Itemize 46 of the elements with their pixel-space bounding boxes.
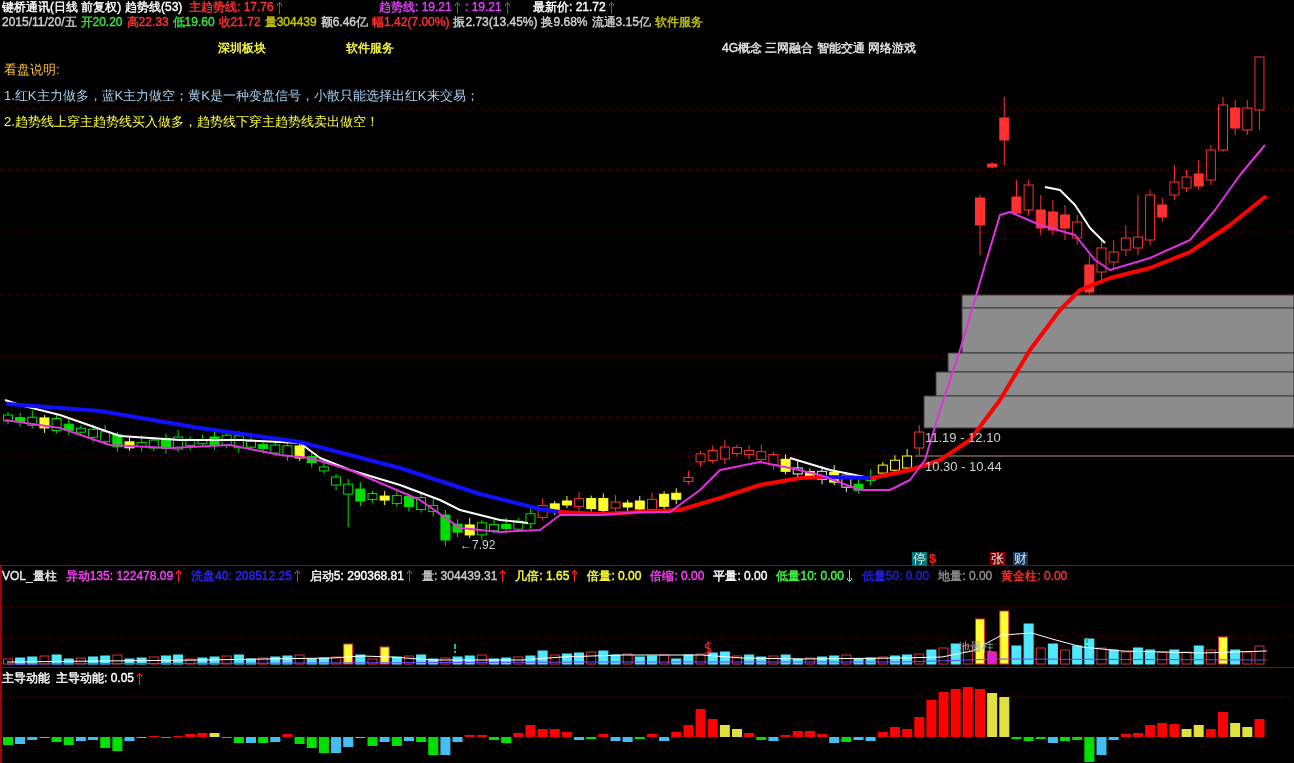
dollar-sign-icon (704, 640, 712, 656)
quote-field: 收21.72 (218, 15, 261, 30)
quote-field: 高22.33 (126, 15, 169, 30)
sector-tag: 深圳板块 (218, 41, 266, 56)
quote-field: 2015/11/20/五 (2, 15, 77, 30)
quote-field: 开20.20 (80, 15, 123, 30)
header-readout: 键桥通讯(日线 前复权) (2, 0, 122, 15)
sector-tag: 软件服务 (346, 41, 394, 56)
indicator-readout: 倍量: 0.00 (587, 568, 642, 584)
indicator-readout: VOL_量柱 (2, 568, 57, 584)
indicator-readout: 低量50: 0.00 (861, 568, 930, 584)
indicator-readout: 地量: 0.00 (938, 568, 993, 584)
quote-field: 幅1.42(7.00%) (372, 15, 450, 30)
notes-line: 1.红K主力做多，蓝K主力做空；黄K是一种变盘信号，小散只能选择出红K来交易； (4, 88, 479, 103)
notes-title: 看盘说明: (4, 62, 60, 77)
header-readout: 趋势线: 19.21 (379, 0, 452, 15)
price-range-label: 10.30 - 10.44 (925, 460, 1002, 474)
indicator-readout: 启动5: 290368.81 (309, 568, 404, 584)
notes-line: 2.趋势线上穿主趋势线买入做多，趋势线下穿主趋势线卖出做空！ (4, 114, 379, 129)
quote-field: 低19.60 (172, 15, 215, 30)
quote-field: 振2.73(13.45%) (453, 15, 538, 30)
header-readout: 最新价: 21.72 (533, 0, 606, 15)
event-badge: 财 (1013, 552, 1028, 566)
low-price-label: ←7.92 (460, 539, 496, 552)
quote-field: 量304439 (264, 15, 317, 30)
quote-field: 换9.68% (541, 15, 588, 30)
sector-tag: 4G概念 三网融合 智能交通 网络游戏 (722, 41, 916, 56)
indicator-readout: 异动135: 122478.09 (65, 568, 174, 584)
quote-field: 额6.46亿 (320, 15, 369, 30)
indicator-readout: 低量10: 0.00 (776, 568, 844, 584)
header-readout: : 19.21 (465, 0, 502, 15)
quote-field: 软件服务 (654, 15, 703, 30)
indicator-readout: 黄金柱: 0.00 (1001, 568, 1068, 584)
header-readout: 趋势线(53) (125, 0, 183, 15)
indicator-readout: 洗盘40: 208512.25 (191, 568, 292, 584)
event-marker: $ (929, 552, 937, 566)
indicator-readout: 量: 304439.31 (421, 568, 498, 584)
event-badge: 张 (990, 552, 1005, 566)
indicator-readout: 主导动能: 0.05 (56, 671, 135, 686)
header-readout: 主趋势线: 17.76 (189, 0, 274, 15)
indicator-readout: 倍缩: 0.00 (650, 568, 705, 584)
indicator-readout: 平量: 0.00 (713, 568, 768, 584)
indicator-readout: 几倍: 1.65 (515, 568, 570, 584)
indicator-readout: 主导动能 (2, 671, 50, 686)
quote-field: 流通3.15亿 (591, 15, 651, 30)
event-badge: 停 (912, 552, 927, 566)
